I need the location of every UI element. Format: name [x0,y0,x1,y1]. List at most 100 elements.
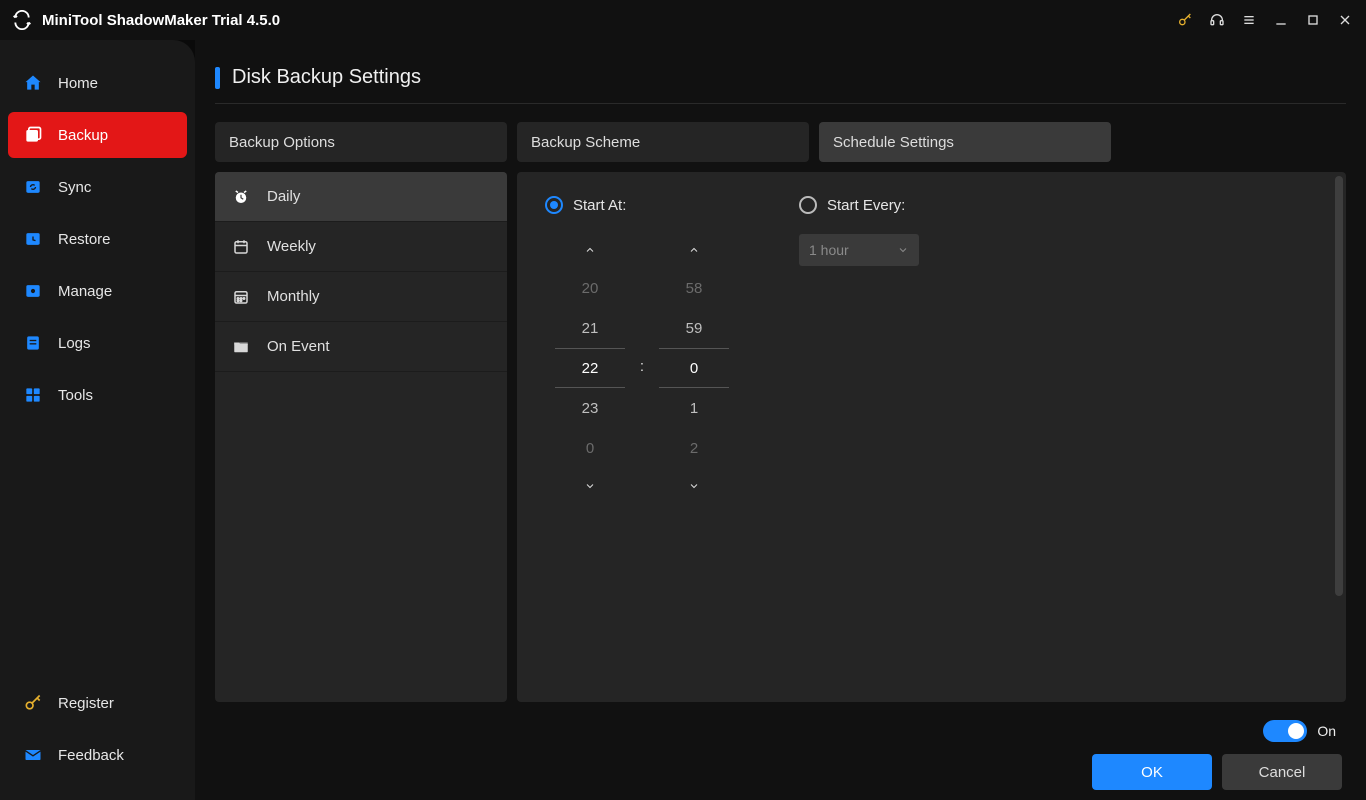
footer-buttons: OK Cancel [215,754,1346,790]
minimize-icon[interactable] [1272,11,1290,29]
cancel-button[interactable]: Cancel [1222,754,1342,790]
hour-value-selected: 22 [555,348,625,388]
nav-home[interactable]: Home [8,60,187,106]
start-every-radio[interactable]: Start Every: [799,196,919,214]
header-accent-bar [215,67,220,89]
folder-icon [231,337,251,357]
tab-label: Backup Scheme [531,134,640,151]
backup-icon [22,124,44,146]
radio-unselected-icon [799,196,817,214]
hour-value: 0 [560,428,620,468]
nav-tools[interactable]: Tools [8,372,187,418]
nav-feedback[interactable]: Feedback [8,732,187,778]
nav-label: Home [58,75,98,92]
minute-value-selected: 0 [659,348,729,388]
start-every-block: Start Every: 1 hour [799,196,919,266]
titlebar: MiniTool ShadowMaker Trial 4.5.0 [0,0,1366,40]
nav-label: Sync [58,179,91,196]
nav-label: Restore [58,231,111,248]
minute-list[interactable]: 58 59 0 1 2 [649,268,739,468]
nav-bottom: Register Feedback [0,680,195,784]
alarm-clock-icon [231,187,251,207]
logs-icon [22,332,44,354]
nav-label: Logs [58,335,91,352]
tab-label: Backup Options [229,134,335,151]
start-every-label: Start Every: [827,197,905,214]
app-logo-icon [12,10,32,30]
start-at-radio[interactable]: Start At: [545,196,739,214]
toggle-label: On [1317,723,1336,739]
close-icon[interactable] [1336,11,1354,29]
scrollbar[interactable] [1335,176,1343,596]
minute-value: 58 [664,268,724,308]
tab-label: Schedule Settings [833,134,954,151]
nav-restore[interactable]: Restore [8,216,187,262]
calendar-week-icon [231,237,251,257]
freq-label: On Event [267,338,330,355]
freq-monthly[interactable]: Monthly [215,272,507,322]
hour-up-button[interactable] [545,232,635,268]
frequency-panel: Daily Weekly Monthly On Event [215,172,507,702]
tab-backup-options[interactable]: Backup Options [215,122,507,162]
freq-label: Weekly [267,238,316,255]
footer-toggle-row: On [215,702,1346,742]
headset-icon[interactable] [1208,11,1226,29]
nav-backup[interactable]: Backup [8,112,187,158]
ok-button[interactable]: OK [1092,754,1212,790]
nav-label: Register [58,695,114,712]
tabs-row: Backup Options Backup Scheme Schedule Se… [215,122,1346,162]
maximize-icon[interactable] [1304,11,1322,29]
hour-list[interactable]: 20 21 22 23 0 [545,268,635,468]
nav-register[interactable]: Register [8,680,187,726]
hour-value: 20 [560,268,620,308]
interval-dropdown[interactable]: 1 hour [799,234,919,266]
minute-down-button[interactable] [649,468,739,504]
interval-selected-value: 1 hour [809,242,849,258]
minute-value: 1 [664,388,724,428]
hour-column: 20 21 22 23 0 [545,232,635,504]
main-panel: Disk Backup Settings Backup Options Back… [195,40,1366,800]
radio-selected-icon [545,196,563,214]
content-row: Daily Weekly Monthly On Event [215,172,1346,702]
register-key-icon [22,692,44,714]
titlebar-left: MiniTool ShadowMaker Trial 4.5.0 [12,10,280,30]
app-title: MiniTool ShadowMaker Trial 4.5.0 [42,12,280,29]
tab-backup-scheme[interactable]: Backup Scheme [517,122,809,162]
chevron-down-icon [897,244,909,256]
hour-value: 21 [560,308,620,348]
nav-label: Feedback [58,747,124,764]
tab-schedule-settings[interactable]: Schedule Settings [819,122,1111,162]
sidebar: Home Backup Sync Restore Manage Logs [0,40,195,800]
tools-icon [22,384,44,406]
start-at-label: Start At: [573,197,626,214]
settings-panel: Start At: 20 21 22 23 0 [517,172,1346,702]
page-header: Disk Backup Settings [215,66,1346,104]
start-at-block: Start At: 20 21 22 23 0 [545,196,739,504]
calendar-month-icon [231,287,251,307]
nav-sync[interactable]: Sync [8,164,187,210]
hour-down-button[interactable] [545,468,635,504]
freq-label: Monthly [267,288,320,305]
freq-label: Daily [267,188,300,205]
page-title: Disk Backup Settings [232,66,421,89]
sync-icon [22,176,44,198]
feedback-mail-icon [22,744,44,766]
key-icon[interactable] [1176,11,1194,29]
minute-up-button[interactable] [649,232,739,268]
minute-value: 2 [664,428,724,468]
schedule-toggle-wrap: On [1263,720,1336,742]
nav-label: Tools [58,387,93,404]
freq-on-event[interactable]: On Event [215,322,507,372]
restore-icon [22,228,44,250]
minute-value: 59 [664,308,724,348]
time-separator: : [635,358,649,375]
nav-label: Manage [58,283,112,300]
menu-icon[interactable] [1240,11,1258,29]
freq-daily[interactable]: Daily [215,172,507,222]
nav-logs[interactable]: Logs [8,320,187,366]
nav-manage[interactable]: Manage [8,268,187,314]
manage-icon [22,280,44,302]
freq-weekly[interactable]: Weekly [215,222,507,272]
schedule-toggle[interactable] [1263,720,1307,742]
hour-value: 23 [560,388,620,428]
